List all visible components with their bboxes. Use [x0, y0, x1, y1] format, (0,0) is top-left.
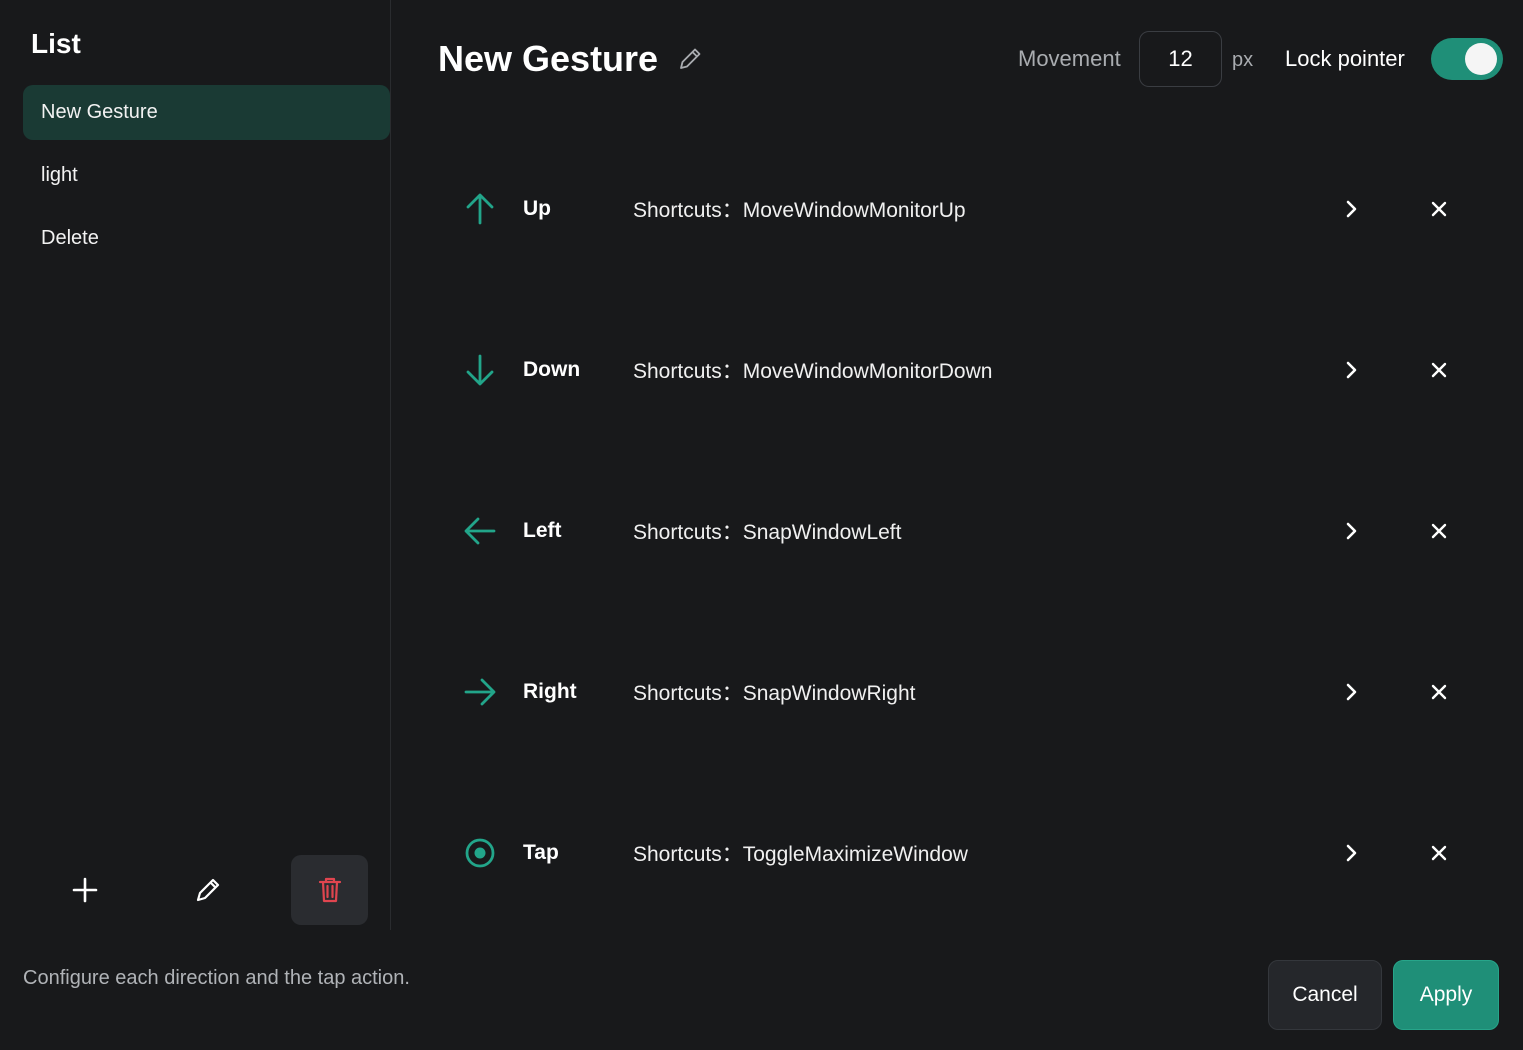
footer-hint: Configure each direction and the tap act… — [23, 967, 410, 989]
gesture-list: Up Shortcuts：MoveWindowMonitorUp Down Sh… — [392, 128, 1523, 933]
movement-input[interactable] — [1139, 31, 1222, 87]
chevron-right-icon[interactable] — [1339, 519, 1363, 543]
plus-icon — [72, 877, 97, 903]
add-gesture-button[interactable] — [46, 855, 123, 925]
sidebar-item-delete[interactable]: Delete — [23, 211, 390, 266]
arrow-up-icon — [466, 193, 494, 224]
lock-pointer-toggle[interactable] — [1431, 38, 1503, 80]
gesture-detail-panel: New Gesture Movement px Lock pointer Up … — [392, 0, 1523, 930]
chevron-right-icon[interactable] — [1339, 358, 1363, 382]
gesture-row-right[interactable]: Right Shortcuts：SnapWindowRight — [392, 611, 1523, 772]
gesture-action: Shortcuts：MoveWindowMonitorDown — [633, 359, 993, 383]
target-icon — [465, 838, 495, 867]
rename-gesture-button[interactable] — [169, 855, 246, 925]
chevron-right-icon[interactable] — [1339, 841, 1363, 865]
chevron-right-icon[interactable] — [1339, 680, 1363, 704]
unit-label: px — [1232, 49, 1254, 71]
chevron-right-icon[interactable] — [1339, 197, 1363, 221]
sidebar-item-label: Delete — [41, 227, 99, 249]
apply-button[interactable]: Apply — [1393, 960, 1499, 1030]
lock-pointer-label: Lock pointer — [1285, 46, 1405, 71]
gesture-name: Left — [523, 518, 562, 542]
close-icon[interactable] — [1428, 359, 1450, 381]
sidebar-item-label: New Gesture — [41, 101, 158, 123]
sidebar-title: List — [31, 28, 81, 59]
close-icon[interactable] — [1428, 681, 1450, 703]
gesture-row-up[interactable]: Up Shortcuts：MoveWindowMonitorUp — [392, 128, 1523, 289]
gesture-name: Up — [523, 196, 551, 220]
delete-gesture-button[interactable] — [291, 855, 368, 925]
edit-title-button[interactable] — [677, 44, 705, 72]
sidebar-list: New Gesture light Delete — [23, 85, 390, 274]
gesture-row-tap[interactable]: Tap Shortcuts：ToggleMaximizeWindow — [392, 772, 1523, 933]
close-icon[interactable] — [1428, 198, 1450, 220]
gesture-row-down[interactable]: Down Shortcuts：MoveWindowMonitorDown — [392, 289, 1523, 450]
arrow-left-icon — [464, 517, 496, 544]
pencil-icon — [680, 48, 701, 69]
gesture-action: Shortcuts：SnapWindowRight — [633, 681, 916, 705]
page-title: New Gesture — [438, 38, 659, 79]
gesture-name: Tap — [523, 840, 559, 864]
cancel-button[interactable]: Cancel — [1268, 960, 1382, 1030]
arrow-right-icon — [464, 678, 496, 705]
close-icon[interactable] — [1428, 520, 1450, 542]
gesture-action: Shortcuts：SnapWindowLeft — [633, 520, 902, 544]
gesture-name: Right — [523, 679, 577, 703]
toggle-knob — [1465, 43, 1497, 75]
gesture-row-left[interactable]: Left Shortcuts：SnapWindowLeft — [392, 450, 1523, 611]
sidebar-item-light[interactable]: light — [23, 148, 390, 203]
gesture-name: Down — [523, 357, 581, 381]
sidebar-actions — [23, 855, 390, 925]
trash-icon — [318, 877, 341, 903]
movement-label: Movement — [1018, 46, 1121, 71]
close-icon[interactable] — [1428, 842, 1450, 864]
pencil-icon — [196, 878, 219, 902]
sidebar: List New Gesture light Delete — [0, 0, 391, 930]
sidebar-item-label: light — [41, 164, 78, 186]
arrow-down-icon — [466, 354, 494, 385]
gesture-editor-window: List New Gesture light Delete New Gestur… — [0, 0, 1523, 1050]
gesture-action: Shortcuts：ToggleMaximizeWindow — [633, 842, 968, 866]
sidebar-item-new-gesture[interactable]: New Gesture — [23, 85, 390, 140]
gesture-action: Shortcuts：MoveWindowMonitorUp — [633, 198, 966, 222]
